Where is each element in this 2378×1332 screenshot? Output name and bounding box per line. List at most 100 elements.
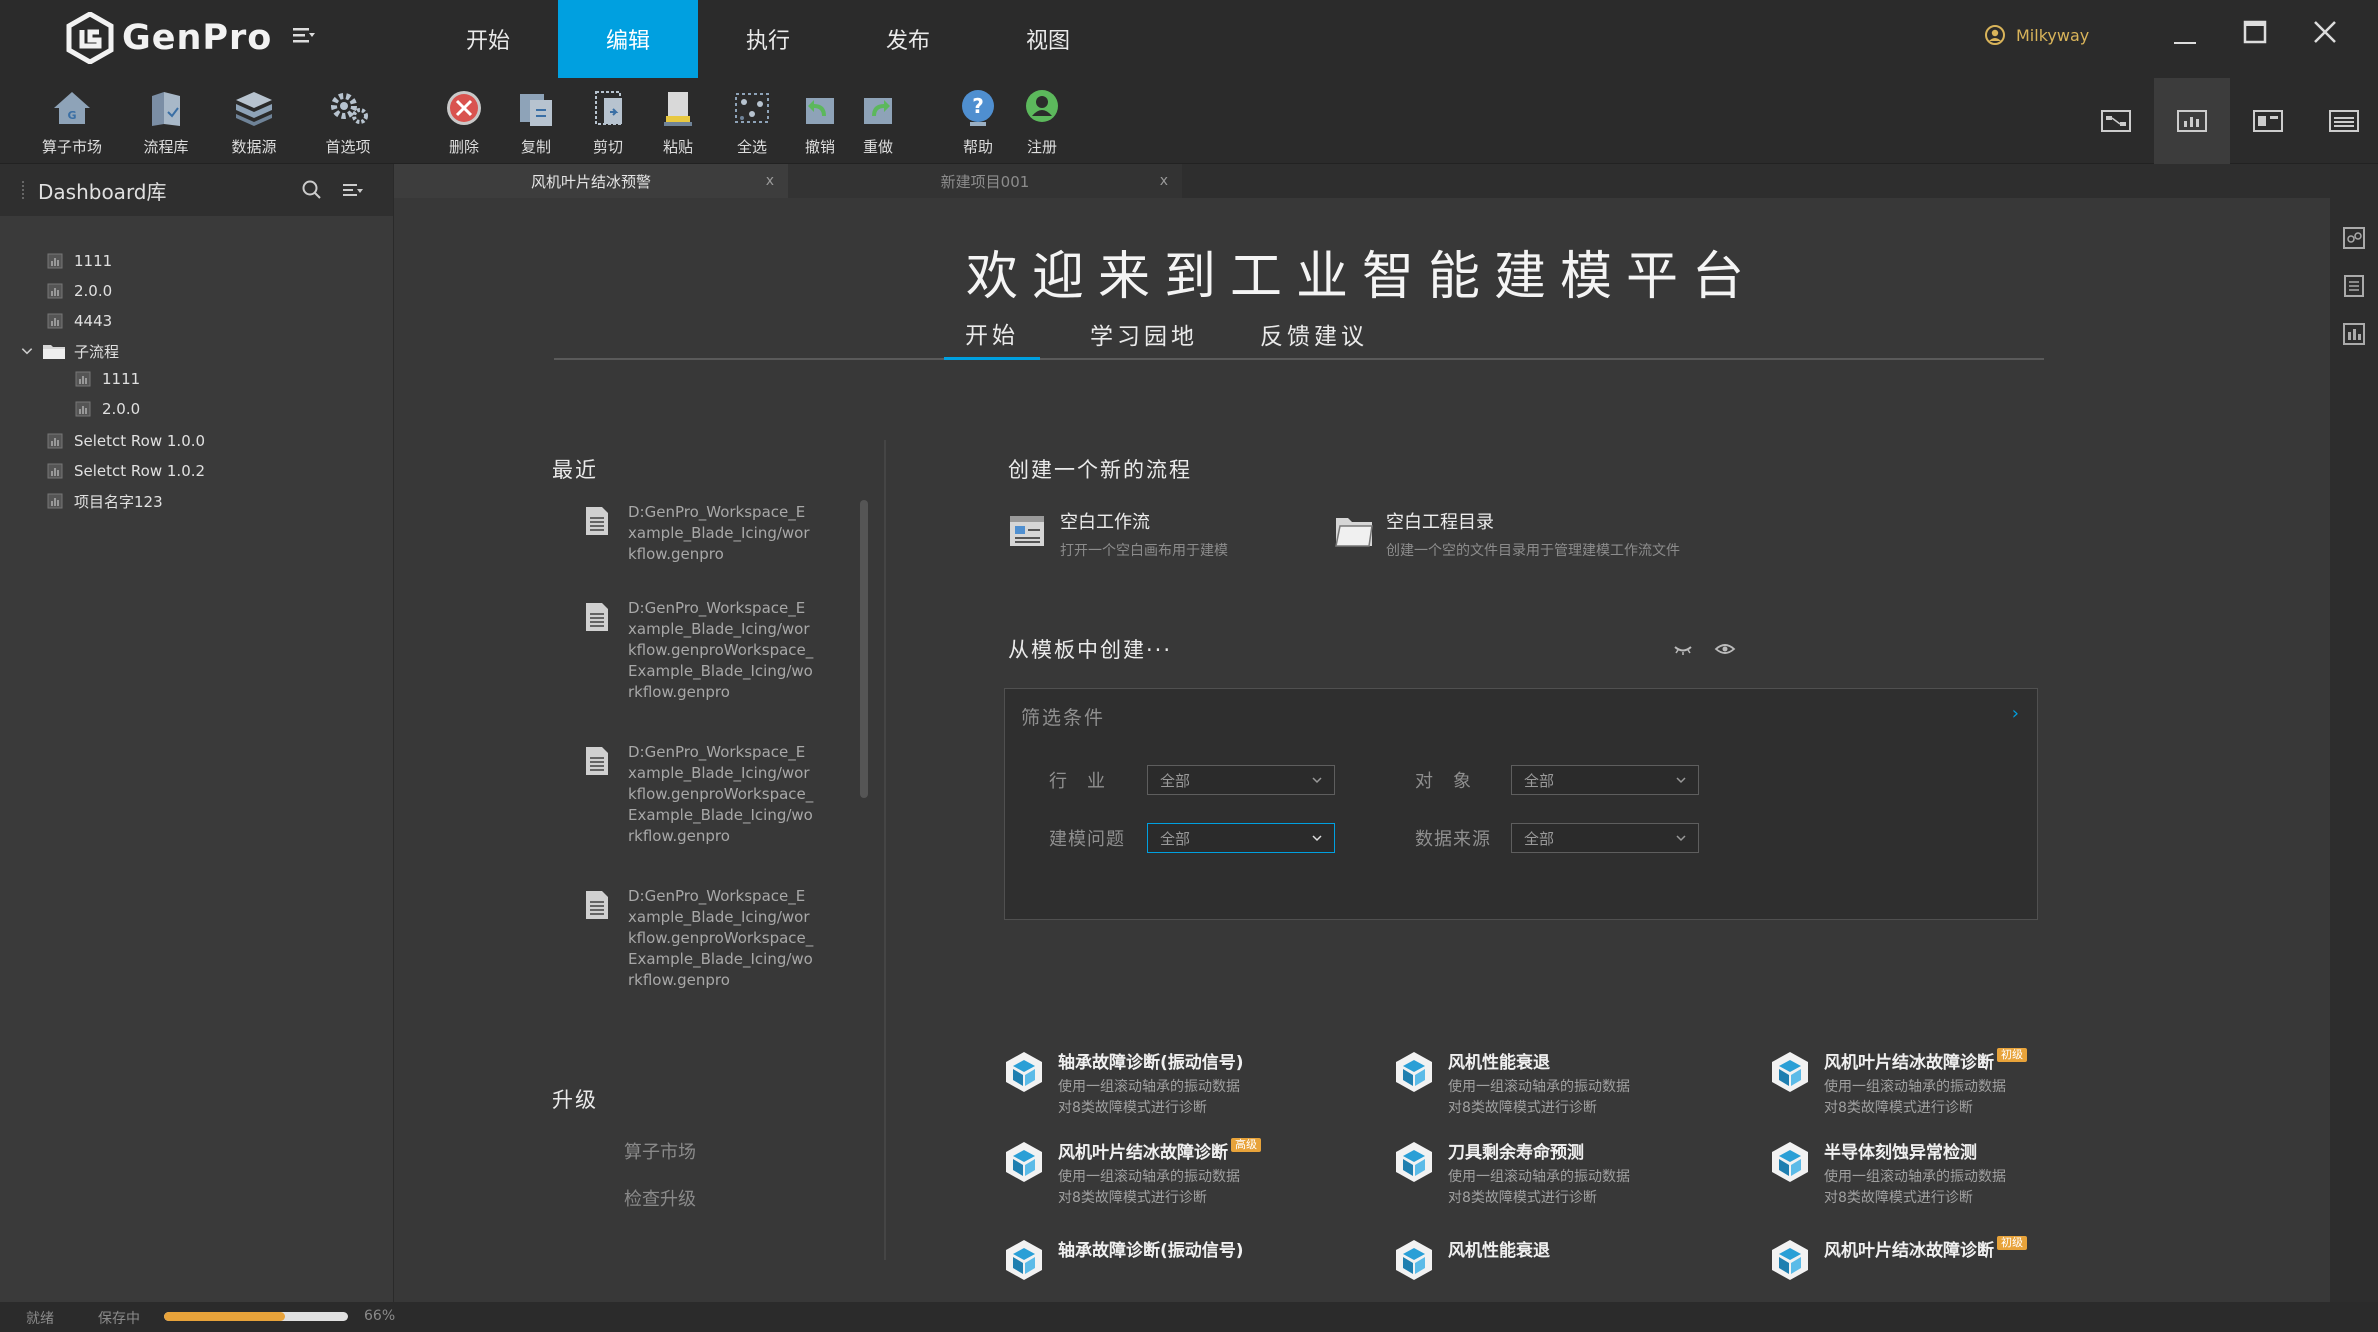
preview-button[interactable] bbox=[1714, 640, 1736, 658]
tree-item-label: Seletct Row 1.0.0 bbox=[74, 432, 206, 450]
tool-register[interactable]: 注册 bbox=[1002, 86, 1082, 157]
tool-redo[interactable]: 重做 bbox=[838, 86, 918, 157]
menu-collapse-button[interactable] bbox=[290, 22, 318, 50]
template-card[interactable]: 轴承故障诊断(振动信号) 使用一组滚动轴承的振动数据对8类故障模式进行诊断 bbox=[1004, 1048, 1324, 1119]
template-card[interactable]: 风机叶片结冰故障诊断 高级 使用一组滚动轴承的振动数据对8类故障模式进行诊断 bbox=[1004, 1138, 1324, 1209]
object-select[interactable]: 全部 bbox=[1511, 765, 1699, 795]
template-card[interactable]: 风机性能衰退 bbox=[1394, 1236, 1714, 1282]
tool-paste[interactable]: 粘贴 bbox=[638, 86, 718, 157]
link-operator-market[interactable]: 算子市场 bbox=[624, 1138, 696, 1164]
doc-tab-active[interactable]: 风机叶片结冰预警 x bbox=[394, 164, 788, 198]
source-select[interactable]: 全部 bbox=[1511, 823, 1699, 853]
level-badge: 初级 bbox=[1997, 1236, 2027, 1250]
toolbar: G 算子市场 流程库 数据源 首选项 删除 复制 剪切 粘贴 全选 撤销 重做 bbox=[0, 78, 2378, 164]
recent-scrollbar[interactable] bbox=[860, 500, 868, 798]
rail-chart-button[interactable] bbox=[2342, 322, 2366, 346]
search-icon bbox=[302, 180, 321, 199]
subtab-start[interactable]: 开始 bbox=[944, 308, 1040, 360]
recent-file[interactable]: D:GenPro_Workspace_Example_Blade_Icing/w… bbox=[584, 598, 814, 703]
minimize-button[interactable] bbox=[2162, 14, 2208, 56]
view-layout-1[interactable] bbox=[2078, 78, 2154, 164]
collapse-button[interactable] bbox=[1672, 640, 1694, 658]
document-icon bbox=[586, 747, 608, 775]
menu-publish[interactable]: 发布 bbox=[838, 0, 978, 78]
filter-expand-icon[interactable]: › bbox=[2012, 703, 2019, 724]
eye-icon bbox=[1714, 644, 1736, 654]
drag-grip-icon[interactable] bbox=[22, 181, 26, 199]
tree-item[interactable]: 1111 bbox=[46, 248, 112, 274]
menu-collapse-icon bbox=[293, 28, 315, 43]
user-name: Milkyway bbox=[2016, 25, 2090, 45]
template-card[interactable]: 半导体刻蚀异常检测 使用一组滚动轴承的振动数据对8类故障模式进行诊断 bbox=[1770, 1138, 2090, 1209]
subtab-learning[interactable]: 学习园地 bbox=[1084, 308, 1204, 360]
rail-properties-button[interactable] bbox=[2342, 226, 2366, 250]
recent-file[interactable]: D:GenPro_Workspace_Example_Blade_Icing/w… bbox=[584, 502, 814, 565]
menu-view[interactable]: 视图 bbox=[978, 0, 1118, 78]
view-canvas-icon bbox=[2101, 110, 2131, 132]
tree-item[interactable]: Seletct Row 1.0.0 bbox=[46, 428, 205, 454]
select-value: 全部 bbox=[1160, 771, 1191, 790]
tool-datasource[interactable]: 数据源 bbox=[214, 86, 294, 157]
maximize-icon bbox=[2243, 20, 2267, 44]
search-button[interactable] bbox=[300, 178, 324, 202]
tool-flow-library[interactable]: 流程库 bbox=[126, 86, 206, 157]
minimize-icon bbox=[2174, 42, 2196, 44]
chevron-down-icon[interactable] bbox=[20, 342, 34, 360]
tree-item[interactable]: 2.0.0 bbox=[46, 278, 112, 304]
tool-preferences[interactable]: 首选项 bbox=[308, 86, 388, 157]
view-layout-3[interactable] bbox=[2230, 78, 2306, 164]
tool-cut[interactable]: 剪切 bbox=[568, 86, 648, 157]
industry-select[interactable]: 全部 bbox=[1147, 765, 1335, 795]
template-desc: 使用一组滚动轴承的振动数据对8类故障模式进行诊断 bbox=[1058, 1169, 1240, 1206]
maximize-button[interactable] bbox=[2232, 14, 2278, 56]
tool-label: 复制 bbox=[520, 138, 551, 156]
template-desc: 使用一组滚动轴承的振动数据对8类故障模式进行诊断 bbox=[1824, 1079, 2006, 1116]
tab-close-icon[interactable]: x bbox=[1160, 173, 1168, 189]
welcome-title: 欢迎来到工业智能建模平台 bbox=[965, 247, 1758, 307]
tree-folder[interactable]: 子流程 bbox=[20, 338, 119, 364]
tree-child-item[interactable]: 2.0.0 bbox=[74, 396, 140, 422]
user-account[interactable]: Milkyway bbox=[1984, 20, 2089, 50]
tree-child-item[interactable]: 1111 bbox=[74, 366, 140, 392]
recent-file[interactable]: D:GenPro_Workspace_Example_Blade_Icing/w… bbox=[584, 886, 814, 991]
tree-item-label: 1111 bbox=[74, 252, 113, 270]
progress-fill bbox=[164, 1312, 286, 1321]
problem-select[interactable]: 全部 bbox=[1147, 823, 1335, 853]
tree-item[interactable]: Seletct Row 1.0.2 bbox=[46, 458, 205, 484]
folder-icon bbox=[43, 345, 65, 359]
template-card[interactable]: 刀具剩余寿命预测 使用一组滚动轴承的振动数据对8类故障模式进行诊断 bbox=[1394, 1138, 1714, 1209]
close-window-button[interactable] bbox=[2302, 14, 2348, 56]
tree-item[interactable]: 项目名字123 bbox=[46, 488, 163, 514]
create-blank-workflow[interactable]: 空白工作流 打开一个空白画布用于建模 bbox=[1008, 508, 1228, 560]
template-card[interactable]: 风机叶片结冰故障诊断 初级 使用一组滚动轴承的振动数据对8类故障模式进行诊断 bbox=[1770, 1048, 2090, 1119]
recent-file[interactable]: D:GenPro_Workspace_Example_Blade_Icing/w… bbox=[584, 742, 814, 847]
level-badge: 高级 bbox=[1231, 1138, 1261, 1152]
doc-tab[interactable]: 新建项目001 x bbox=[788, 164, 1182, 198]
tool-operator-market[interactable]: G 算子市场 bbox=[32, 86, 112, 157]
cube-icon bbox=[1396, 1142, 1432, 1182]
link-check-upgrade[interactable]: 检查升级 bbox=[624, 1185, 696, 1211]
template-card[interactable]: 风机叶片结冰故障诊断 初级 bbox=[1770, 1236, 2090, 1282]
menu-start[interactable]: 开始 bbox=[418, 0, 558, 78]
template-title: 半导体刻蚀异常检测 bbox=[1824, 1143, 1977, 1163]
tree-item-label: 2.0.0 bbox=[74, 282, 113, 300]
menu-edit[interactable]: 编辑 bbox=[558, 0, 698, 78]
create-blank-project[interactable]: 空白工程目录 创建一个空的文件目录用于管理建模工作流文件 bbox=[1334, 508, 1680, 560]
subtab-feedback[interactable]: 反馈建议 bbox=[1254, 308, 1374, 360]
template-card[interactable]: 轴承故障诊断(振动信号) bbox=[1004, 1236, 1324, 1282]
cube-icon bbox=[1396, 1240, 1432, 1280]
tool-copy[interactable]: 复制 bbox=[496, 86, 576, 157]
tool-label: 删除 bbox=[448, 138, 479, 156]
rail-list-button[interactable] bbox=[2342, 274, 2366, 298]
menu-run[interactable]: 执行 bbox=[698, 0, 838, 78]
tab-close-icon[interactable]: x bbox=[766, 173, 774, 189]
template-card[interactable]: 风机性能衰退 使用一组滚动轴承的振动数据对8类故障模式进行诊断 bbox=[1394, 1048, 1714, 1119]
tree-item[interactable]: 4443 bbox=[46, 308, 112, 334]
sort-button[interactable] bbox=[340, 178, 364, 202]
view-layout-4[interactable] bbox=[2306, 78, 2378, 164]
view-dashboard-icon bbox=[2177, 110, 2207, 132]
paste-icon bbox=[664, 92, 692, 126]
tool-delete[interactable]: 删除 bbox=[424, 86, 504, 157]
tool-label: 数据源 bbox=[231, 138, 277, 156]
view-layout-2[interactable] bbox=[2154, 78, 2230, 164]
